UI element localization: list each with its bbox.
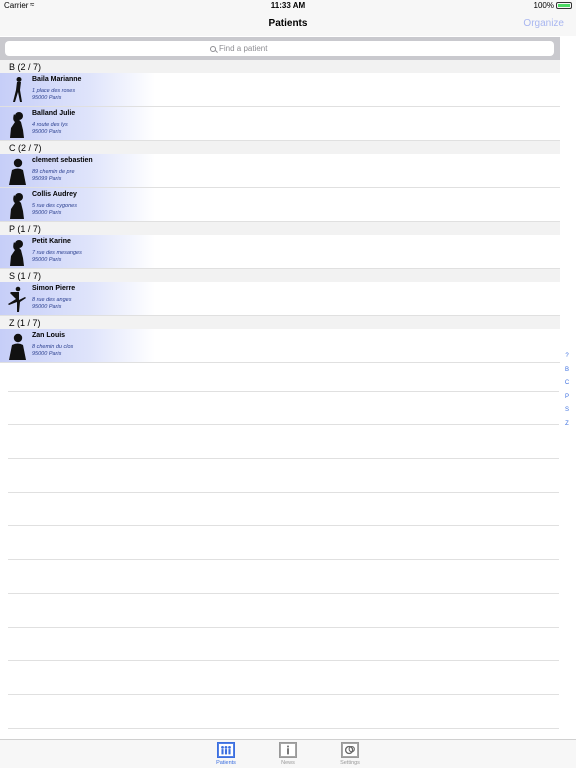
index-letter[interactable]: S xyxy=(562,404,572,418)
man-silhouette-icon xyxy=(6,332,28,360)
empty-row xyxy=(8,560,559,594)
patient-street: 7 rue des mesanges xyxy=(32,250,82,256)
navigation-bar: Patients Organize xyxy=(0,12,576,36)
patient-name: clement sebastien xyxy=(32,157,93,164)
section-header: S (1 / 7) xyxy=(0,269,560,282)
patient-row[interactable]: Baila Marianne 1 place des roses 95000 Par… xyxy=(0,73,560,107)
battery-percent: 100% xyxy=(533,1,554,10)
empty-row xyxy=(8,358,559,392)
patient-name: Petit Karine xyxy=(32,238,71,245)
patient-name: Zan Louis xyxy=(32,332,66,339)
patient-street: 1 place des roses xyxy=(32,88,76,94)
woman-silhouette-icon xyxy=(6,110,28,138)
search-icon xyxy=(210,46,216,52)
page-title: Patients xyxy=(268,18,308,29)
index-letter[interactable]: Z xyxy=(562,418,572,432)
patient-row[interactable]: Petit Karine 7 rue des mesanges 95000 Pari… xyxy=(0,235,560,269)
patient-street: 4 route des lys xyxy=(32,122,68,128)
section-header: C (2 / 7) xyxy=(0,141,560,154)
battery-icon xyxy=(556,2,572,9)
search-field[interactable] xyxy=(5,41,554,56)
patient-row[interactable]: Balland Julie 4 route des lys 95000 Paris xyxy=(0,107,560,141)
index-letter[interactable]: B xyxy=(562,364,572,378)
tab-news[interactable]: News xyxy=(268,742,308,766)
empty-row xyxy=(8,661,559,695)
organize-button[interactable]: Organize xyxy=(523,18,564,29)
patient-row[interactable]: clement sebastien 89 chemin de pre 95099 P… xyxy=(0,154,560,188)
index-letter[interactable]: C xyxy=(562,377,572,391)
tab-bar: Patients News Settings xyxy=(0,739,576,768)
section-index[interactable]: ? B C P S Z xyxy=(562,350,572,431)
patient-city: 95000 Paris xyxy=(32,351,62,357)
patient-city: 95000 Paris xyxy=(32,129,62,135)
patient-row[interactable]: Simon Pierre 8 rue des anges 95000 Paris xyxy=(0,282,560,316)
patient-city: 95000 Paris xyxy=(32,210,62,216)
patients-icon xyxy=(217,742,235,758)
dancer-icon xyxy=(6,285,28,313)
patient-city: 95000 Paris xyxy=(32,257,62,263)
woman-silhouette-icon xyxy=(6,238,28,266)
index-letter[interactable]: ? xyxy=(562,350,572,364)
woman-walking-icon xyxy=(6,76,28,104)
patient-list: B (2 / 7) Baila Marianne 1 place des roses… xyxy=(0,60,560,363)
section-header: Z (1 / 7) xyxy=(0,316,560,329)
man-silhouette-icon xyxy=(6,157,28,185)
tab-patients[interactable]: Patients xyxy=(206,742,246,766)
empty-row xyxy=(8,459,559,493)
patient-city: 95099 Paris xyxy=(32,176,62,182)
patient-street: 8 rue des anges xyxy=(32,297,72,303)
woman-silhouette-icon xyxy=(6,191,28,219)
empty-row xyxy=(8,628,559,662)
empty-row xyxy=(8,526,559,561)
section-header: B (2 / 7) xyxy=(0,60,560,73)
empty-row xyxy=(8,392,559,426)
tab-label: Patients xyxy=(216,760,236,766)
patient-street: 89 chemin de pre xyxy=(32,169,75,175)
status-bar: Carrier ≈ 11:33 AM 100% xyxy=(0,0,576,12)
empty-row xyxy=(8,594,559,628)
empty-row xyxy=(8,493,559,527)
news-icon xyxy=(279,742,297,758)
patient-street: 8 chemin du clos xyxy=(32,344,74,350)
empty-row xyxy=(8,425,559,460)
empty-list-area xyxy=(8,358,559,729)
patient-city: 95000 Paris xyxy=(32,304,62,310)
patient-street: 5 rue des cygones xyxy=(32,203,77,209)
status-time: 11:33 AM xyxy=(270,1,306,10)
tab-label: Settings xyxy=(340,760,360,766)
search-bar xyxy=(0,37,560,60)
patient-row[interactable]: Collis Audrey 5 rue des cygones 95000 Pari… xyxy=(0,188,560,222)
patient-city: 95000 Paris xyxy=(32,95,62,101)
empty-row xyxy=(8,695,559,729)
section-header: P (1 / 7) xyxy=(0,222,560,235)
index-letter[interactable]: P xyxy=(562,391,572,405)
patient-name: Collis Audrey xyxy=(32,191,77,198)
tab-label: News xyxy=(281,760,295,766)
settings-icon xyxy=(341,742,359,758)
patient-name: Baila Marianne xyxy=(32,76,82,83)
patient-name: Simon Pierre xyxy=(32,285,76,292)
tab-settings[interactable]: Settings xyxy=(330,742,370,766)
patient-name: Balland Julie xyxy=(32,110,76,117)
search-input[interactable] xyxy=(219,44,349,53)
